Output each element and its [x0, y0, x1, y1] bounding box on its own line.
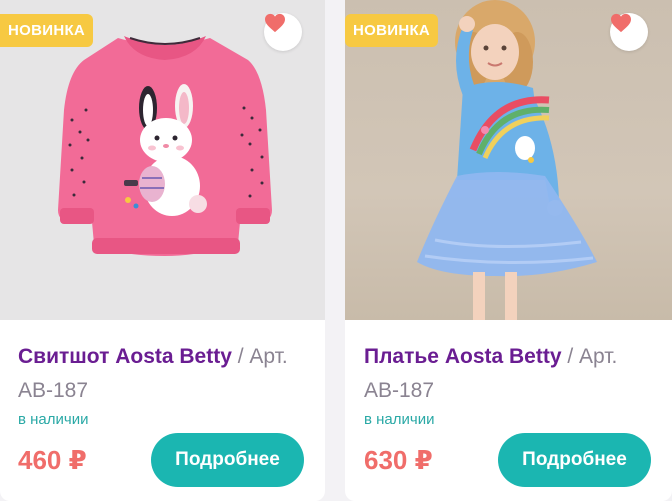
- product-price: 630 ₽: [364, 445, 433, 475]
- heart-icon: [611, 13, 631, 33]
- title-separator: /: [231, 345, 250, 368]
- details-button[interactable]: Подробнее: [498, 433, 651, 487]
- stock-status: в наличии: [364, 411, 435, 428]
- stock-status: в наличии: [18, 411, 89, 428]
- product-title[interactable]: Платье Aosta Betty / Арт. АВ-187: [364, 340, 654, 408]
- heart-icon: [265, 13, 285, 33]
- product-card[interactable]: НОВИНКА Свитшот Aosta Betty / Арт. АВ-18…: [0, 0, 325, 501]
- product-image[interactable]: НОВИНКА: [0, 0, 325, 320]
- new-badge: НОВИНКА: [345, 14, 439, 47]
- new-badge: НОВИНКА: [0, 14, 94, 47]
- product-image[interactable]: НОВИНКА: [345, 0, 672, 320]
- product-grid: НОВИНКА Свитшот Aosta Betty / Арт. АВ-18…: [0, 0, 672, 501]
- favorite-button[interactable]: [264, 13, 302, 51]
- favorite-button[interactable]: [610, 13, 648, 51]
- product-title[interactable]: Свитшот Aosta Betty / Арт. АВ-187: [18, 340, 308, 408]
- details-button[interactable]: Подробнее: [151, 433, 304, 487]
- product-name[interactable]: Платье Aosta Betty: [364, 345, 562, 368]
- product-card[interactable]: НОВИНКА Платье Aosta Betty / Арт. АВ-187…: [345, 0, 672, 501]
- product-price: 460 ₽: [18, 445, 87, 475]
- product-name[interactable]: Свитшот Aosta Betty: [18, 345, 232, 368]
- title-separator: /: [561, 345, 580, 368]
